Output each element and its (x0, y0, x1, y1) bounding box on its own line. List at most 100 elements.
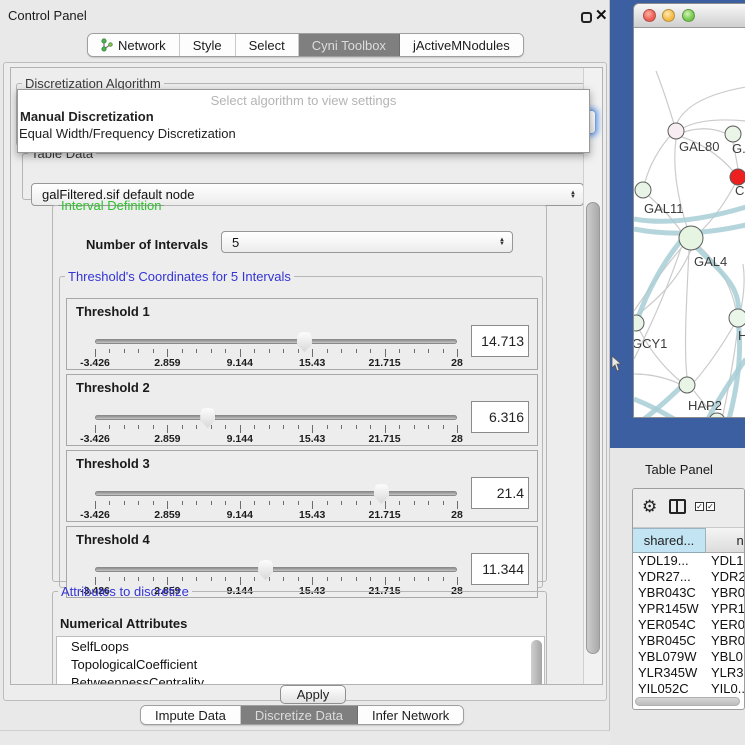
cell-shared-name[interactable]: YDL19... (633, 553, 706, 569)
tick-mark (95, 501, 96, 509)
minimize-traffic-light-icon[interactable] (662, 9, 675, 22)
cell-name[interactable]: YBR0... (706, 585, 745, 601)
attribute-item[interactable]: SelfLoops (57, 637, 544, 655)
cell-name[interactable]: YER0... (706, 617, 745, 633)
cell-name[interactable]: YLR3... (706, 665, 745, 681)
cell-name[interactable]: YIL0... (706, 681, 745, 697)
tab-select[interactable]: Select (236, 34, 299, 56)
cell-name[interactable]: YBL0... (706, 649, 745, 665)
tab-network[interactable]: Network (88, 34, 180, 56)
slider-track[interactable] (95, 339, 457, 344)
tab-label: Style (193, 38, 222, 53)
network-node[interactable] (668, 123, 684, 139)
threshold-value-field[interactable]: 11.344 (471, 553, 529, 585)
table-row[interactable]: YDR27...YDR2... (633, 569, 745, 585)
network-edge[interactable] (684, 129, 725, 133)
tab-impute-data[interactable]: Impute Data (141, 706, 241, 724)
cell-shared-name[interactable]: YBR043C (633, 585, 706, 601)
network-window-titlebar[interactable] (634, 4, 745, 28)
checkbox-icon[interactable]: ✓ (706, 502, 715, 511)
cell-shared-name[interactable]: YER054C (633, 617, 706, 633)
cell-shared-name[interactable]: YIL052C (633, 681, 706, 697)
attribute-item[interactable]: TopologicalCoefficient (57, 655, 544, 673)
numerical-attributes-list[interactable]: SelfLoopsTopologicalCoefficientBetweenne… (56, 636, 545, 685)
network-edge[interactable] (645, 136, 670, 182)
table-row[interactable]: YER054CYER0... (633, 617, 745, 633)
gear-icon[interactable]: ⚙ (642, 497, 657, 517)
tab-jactivemnodules[interactable]: jActiveMNodules (400, 34, 523, 56)
cell-shared-name[interactable]: YBL079W (633, 649, 706, 665)
attribute-item[interactable]: BetweennessCentrality (57, 673, 544, 685)
table-row[interactable]: YPR145WYPR1... (633, 601, 745, 617)
tick-label: 21.715 (369, 357, 401, 369)
algorithm-item-manual[interactable]: Manual Discretization (18, 107, 589, 124)
threshold-value-field[interactable]: 21.4 (471, 477, 529, 509)
network-node[interactable] (679, 377, 695, 393)
cell-name[interactable]: YPR1... (706, 601, 745, 617)
cell-shared-name[interactable]: YBR045C (633, 633, 706, 649)
tab-style[interactable]: Style (180, 34, 236, 56)
cell-shared-name[interactable]: YDR27... (633, 569, 706, 585)
slider-track[interactable] (95, 415, 457, 420)
cell-shared-name[interactable]: YPR145W (633, 601, 706, 617)
number-of-intervals-combobox[interactable]: 5 ▲▼ (221, 231, 513, 253)
algorithm-placeholder-item[interactable]: Select algorithm to view settings (18, 90, 589, 107)
network-edge[interactable] (677, 87, 745, 123)
table-row[interactable]: YBR045CYBR0... (633, 633, 745, 649)
column-header-name[interactable]: na (706, 528, 745, 553)
zoom-traffic-light-icon[interactable] (682, 9, 695, 22)
threshold-slider[interactable]: -3.4262.8599.14415.4321.71528 (95, 475, 457, 521)
float-window-icon[interactable] (581, 12, 592, 23)
settings-scroll-viewport: Discretization Algorithm ▲▼ Select algor… (10, 67, 603, 685)
network-edge[interactable] (656, 71, 674, 124)
scrollbar-thumb[interactable] (586, 202, 600, 654)
threshold-value-field[interactable]: 14.713 (471, 325, 529, 357)
network-edge[interactable] (741, 264, 744, 309)
tick-mark (182, 577, 183, 581)
slider-track[interactable] (95, 567, 457, 572)
network-canvas[interactable]: GAL80G.GAL11CGAL4GCY1HHAP2 (634, 29, 745, 418)
list-scrollbar[interactable] (531, 640, 542, 685)
slider-track[interactable] (95, 491, 457, 496)
node-label: HAP2 (688, 398, 722, 413)
close-icon[interactable]: ✕ (595, 6, 608, 24)
tab-infer-network[interactable]: Infer Network (358, 706, 463, 724)
network-node[interactable] (729, 309, 745, 327)
threshold-value-field[interactable]: 6.316 (471, 401, 529, 433)
tick-mark (196, 501, 197, 505)
network-edge[interactable] (695, 325, 734, 381)
table-row[interactable]: YBL079WYBL0... (633, 649, 745, 665)
threshold-panel-3: Threshold 3-3.4262.8599.14415.4321.71528… (66, 450, 538, 522)
table-row[interactable]: YBR043CYBR0... (633, 585, 745, 601)
network-node[interactable] (725, 126, 741, 142)
table-row[interactable]: YDL19...YDL1... (633, 553, 745, 569)
network-node[interactable] (635, 182, 651, 198)
cell-name[interactable]: YDR2... (706, 569, 745, 585)
threshold-slider[interactable]: -3.4262.8599.14415.4321.71528 (95, 399, 457, 445)
algorithm-item-equal-width[interactable]: Equal Width/Frequency Discretization (18, 124, 589, 141)
node-label: GCY1 (634, 336, 667, 351)
table-horizontal-scrollbar[interactable] (635, 697, 740, 706)
settings-vertical-scrollbar[interactable] (583, 68, 602, 684)
network-node[interactable] (634, 315, 644, 331)
network-edge[interactable] (700, 184, 735, 232)
tab-discretize-data[interactable]: Discretize Data (241, 706, 358, 724)
tick-mark (327, 425, 328, 429)
apply-button[interactable]: Apply (280, 685, 346, 704)
table-row[interactable]: YIL052CYIL0... (633, 681, 745, 697)
network-node[interactable] (679, 226, 703, 250)
tick-mark (109, 425, 110, 429)
table-row[interactable]: YLR345WYLR3... (633, 665, 745, 681)
columns-icon[interactable] (669, 499, 686, 514)
close-traffic-light-icon[interactable] (643, 9, 656, 22)
threshold-slider[interactable]: -3.4262.8599.14415.4321.71528 (95, 323, 457, 369)
tab-cyni-toolbox[interactable]: Cyni Toolbox (299, 34, 400, 56)
cell-name[interactable]: YBR0... (706, 633, 745, 649)
cell-shared-name[interactable]: YLR345W (633, 665, 706, 681)
column-header-shared[interactable]: shared... (633, 528, 706, 553)
checkbox-icon[interactable]: ✓ (695, 502, 704, 511)
tick-mark (269, 501, 270, 505)
network-edge[interactable] (686, 250, 689, 377)
control-panel-titlebar[interactable]: Control Panel ✕ (0, 0, 609, 30)
cell-name[interactable]: YDL1... (706, 553, 745, 569)
